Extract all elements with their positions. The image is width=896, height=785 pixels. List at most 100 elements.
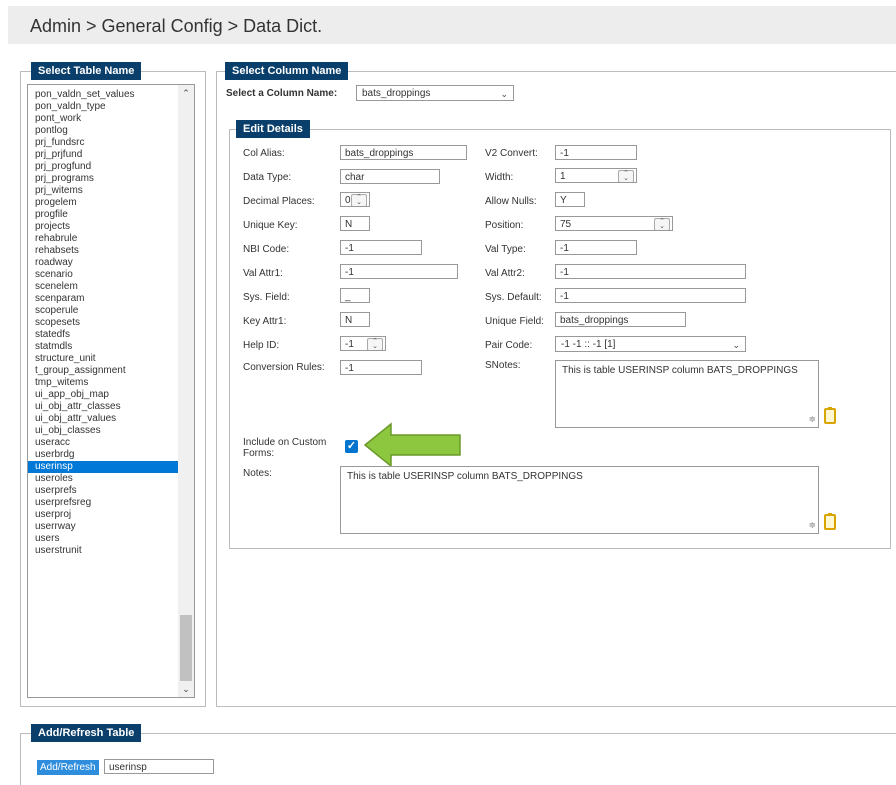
select-column-label: Select a Column Name:: [226, 88, 338, 99]
help-id-stepper[interactable]: -1 ⌃ ⌄: [340, 336, 386, 351]
table-list-item[interactable]: scopesets: [28, 317, 194, 329]
v2-convert-input[interactable]: -1: [555, 145, 637, 160]
table-name-list[interactable]: pon_valdn_set_values pon_valdn_type pont_w…: [27, 84, 195, 698]
position-value: 75: [560, 219, 572, 230]
spinner-icon[interactable]: ⌃ ⌄: [654, 218, 670, 230]
add-refresh-button[interactable]: Add/Refresh: [37, 760, 99, 775]
table-list-scrollbar[interactable]: ⌃ ⌄: [178, 85, 194, 697]
table-list-item[interactable]: useroles: [28, 473, 194, 485]
val-attr2-input[interactable]: -1: [555, 264, 746, 279]
position-stepper[interactable]: 75 ⌃ ⌄: [555, 216, 673, 231]
pair-code-select[interactable]: -1 -1 :: -1 [1] ⌄: [555, 336, 746, 352]
table-list-item[interactable]: pon_valdn_set_values: [28, 89, 194, 101]
table-list-item[interactable]: pon_valdn_type: [28, 101, 194, 113]
spinner-icon[interactable]: ⌃ ⌄: [367, 338, 383, 350]
table-list-item[interactable]: statedfs: [28, 329, 194, 341]
unique-key-label: Unique Key:: [243, 220, 298, 231]
key-attr1-input[interactable]: N: [340, 312, 370, 327]
col-alias-label: Col Alias:: [243, 148, 285, 159]
include-custom-checkbox[interactable]: ✓: [345, 440, 358, 453]
select-column-legend: Select Column Name: [225, 62, 349, 80]
table-list-item[interactable]: progfile: [28, 209, 194, 221]
table-list-item[interactable]: roadway: [28, 257, 194, 269]
val-attr1-label: Val Attr1:: [243, 268, 283, 279]
table-list-item[interactable]: scenparam: [28, 293, 194, 305]
table-list-item[interactable]: pont_work: [28, 113, 194, 125]
allow-nulls-label: Allow Nulls:: [485, 196, 537, 207]
table-list-item[interactable]: rehabsets: [28, 245, 194, 257]
table-list-item[interactable]: ui_obj_attr_values: [28, 413, 194, 425]
conversion-rules-label: Conversion Rules:: [243, 362, 325, 373]
select-table-legend: Select Table Name: [31, 62, 142, 80]
table-list-item[interactable]: userinsp: [28, 461, 194, 473]
resize-grip-icon[interactable]: ≑: [808, 520, 816, 531]
table-list-item[interactable]: scoperule: [28, 305, 194, 317]
include-custom-label: Include on Custom Forms:: [243, 437, 326, 459]
nbi-code-input[interactable]: -1: [340, 240, 422, 255]
val-type-input[interactable]: -1: [555, 240, 637, 255]
table-list-item[interactable]: userproj: [28, 509, 194, 521]
table-list-item[interactable]: scenario: [28, 269, 194, 281]
table-list-item[interactable]: scenelem: [28, 281, 194, 293]
table-list-item[interactable]: users: [28, 533, 194, 545]
notes-textarea[interactable]: This is table USERINSP column BATS_DROPP…: [340, 466, 819, 534]
decimal-places-stepper[interactable]: 0 ⌃ ⌄: [340, 192, 370, 207]
table-list-item[interactable]: prj_progfund: [28, 161, 194, 173]
table-list-item[interactable]: ui_obj_classes: [28, 425, 194, 437]
column-name-select[interactable]: bats_droppings ⌄: [356, 85, 514, 101]
table-list-item[interactable]: projects: [28, 221, 194, 233]
table-list-item[interactable]: rehabrule: [28, 233, 194, 245]
clipboard-icon[interactable]: [824, 513, 836, 530]
width-stepper[interactable]: 1 ⌃ ⌄: [555, 168, 637, 183]
table-list-item[interactable]: userbrdg: [28, 449, 194, 461]
table-list-item[interactable]: useracc: [28, 437, 194, 449]
table-list-item[interactable]: tmp_witems: [28, 377, 194, 389]
scroll-down-icon[interactable]: ⌄: [181, 684, 191, 694]
sys-default-input[interactable]: -1: [555, 288, 746, 303]
table-list-item[interactable]: prj_fundsrc: [28, 137, 194, 149]
allow-nulls-input[interactable]: Y: [555, 192, 585, 207]
table-list-item[interactable]: structure_unit: [28, 353, 194, 365]
sys-field-input[interactable]: _: [340, 288, 370, 303]
chevron-down-icon: ⌄: [732, 340, 740, 350]
table-list-item[interactable]: ui_obj_attr_classes: [28, 401, 194, 413]
table-list-item[interactable]: t_group_assignment: [28, 365, 194, 377]
key-attr1-label: Key Attr1:: [243, 316, 287, 327]
add-refresh-input[interactable]: userinsp: [104, 759, 214, 774]
unique-field-input[interactable]: bats_droppings: [555, 312, 686, 327]
spinner-icon[interactable]: ⌃ ⌄: [351, 194, 367, 206]
decimal-places-label: Decimal Places:: [243, 196, 315, 207]
width-value: 1: [560, 171, 566, 182]
conversion-rules-input[interactable]: -1: [340, 360, 422, 375]
unique-key-input[interactable]: N: [340, 216, 370, 231]
sys-field-label: Sys. Field:: [243, 292, 290, 303]
position-label: Position:: [485, 220, 524, 231]
table-list-item[interactable]: userstrunit: [28, 545, 194, 557]
col-alias-input[interactable]: bats_droppings: [340, 145, 467, 160]
table-list-item[interactable]: ui_app_obj_map: [28, 389, 194, 401]
clipboard-icon[interactable]: [824, 407, 836, 424]
unique-field-label: Unique Field:: [485, 316, 544, 327]
data-type-label: Data Type:: [243, 172, 292, 183]
snotes-textarea[interactable]: This is table USERINSP column BATS_DROPP…: [555, 360, 819, 428]
table-list-item[interactable]: pontlog: [28, 125, 194, 137]
val-attr1-input[interactable]: -1: [340, 264, 458, 279]
table-list-item[interactable]: prj_witems: [28, 185, 194, 197]
pair-code-value: -1 -1 :: -1 [1]: [561, 339, 616, 350]
data-type-input[interactable]: char: [340, 169, 440, 184]
resize-grip-icon[interactable]: ≑: [808, 414, 816, 425]
spinner-icon[interactable]: ⌃ ⌄: [618, 170, 634, 182]
arrow-annotation-icon: [363, 422, 461, 468]
v2-convert-label: V2 Convert:: [485, 148, 538, 159]
table-list-item[interactable]: userrway: [28, 521, 194, 533]
scroll-thumb[interactable]: [180, 615, 192, 681]
table-list-item[interactable]: prj_prjfund: [28, 149, 194, 161]
decimal-places-value: 0: [345, 195, 351, 206]
table-list-item[interactable]: prj_programs: [28, 173, 194, 185]
table-list-item[interactable]: progelem: [28, 197, 194, 209]
table-list-item[interactable]: userprefs: [28, 485, 194, 497]
breadcrumb: Admin > General Config > Data Dict.: [30, 16, 323, 36]
scroll-up-icon[interactable]: ⌃: [181, 88, 191, 98]
table-list-item[interactable]: userprefsreg: [28, 497, 194, 509]
table-list-item[interactable]: statmdls: [28, 341, 194, 353]
